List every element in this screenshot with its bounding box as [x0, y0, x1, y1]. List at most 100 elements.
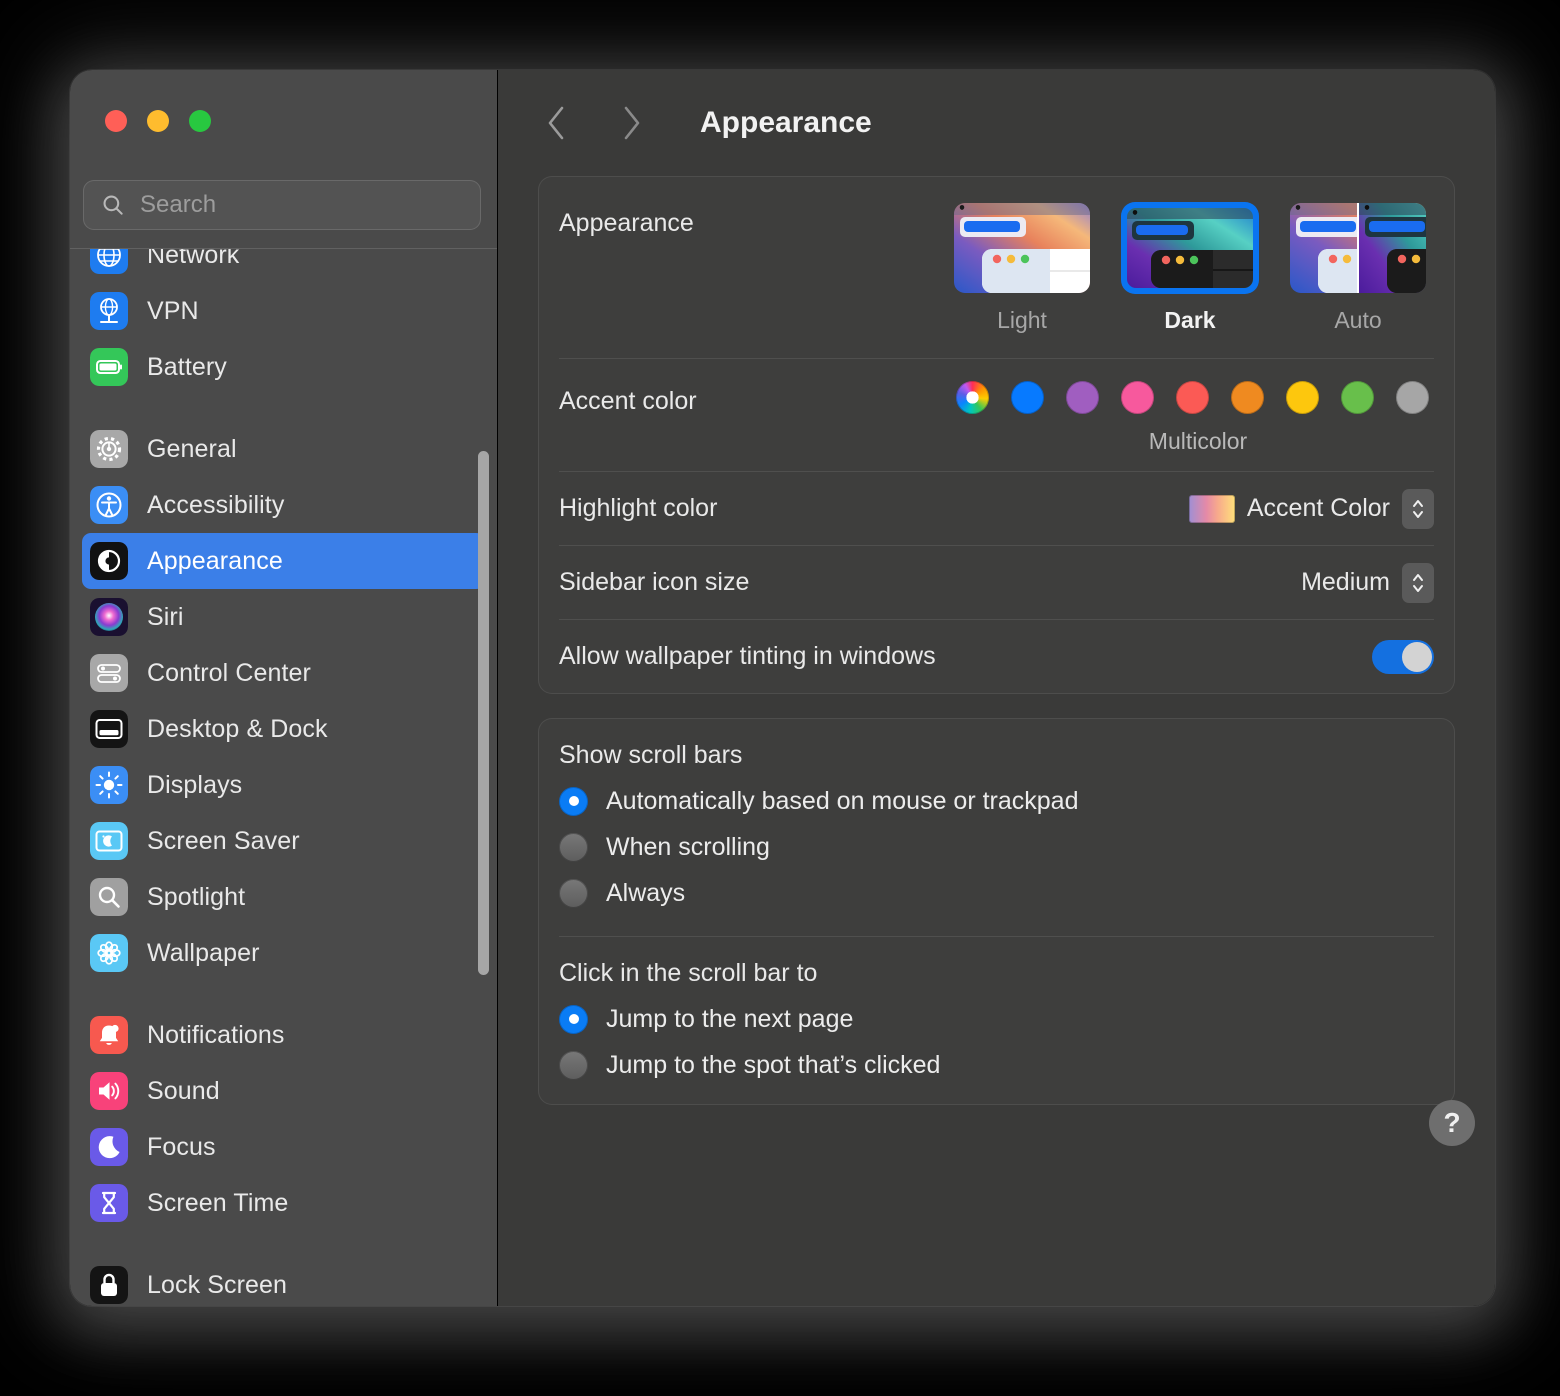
sidebar-icon-size-stepper[interactable] — [1402, 562, 1434, 603]
sidebar-item-label: Appearance — [147, 546, 283, 575]
sidebar-item-label: Control Center — [147, 658, 311, 687]
sidebar-icon-size-row[interactable]: Sidebar icon size Medium — [559, 545, 1434, 619]
toolbar: Appearance — [498, 70, 1495, 176]
wallpaper-tinting-label: Allow wallpaper tinting in windows — [559, 642, 936, 670]
screen-time-icon — [90, 1184, 128, 1222]
highlight-color-stepper[interactable] — [1402, 488, 1434, 529]
sidebar-item-battery[interactable]: Battery — [82, 339, 485, 395]
sidebar-icon-size-value: Medium — [1301, 568, 1390, 596]
sidebar-item-siri[interactable]: Siri — [82, 589, 485, 645]
sidebar-icon-size-label: Sidebar icon size — [559, 568, 750, 596]
close-button[interactable] — [105, 110, 127, 132]
sidebar-item-wallpaper[interactable]: Wallpaper — [82, 925, 485, 981]
notifications-icon — [90, 1016, 128, 1054]
accent-swatch-orange[interactable] — [1231, 381, 1264, 414]
dark-thumbnail — [1127, 208, 1253, 288]
highlight-color-row[interactable]: Highlight color Accent Color — [559, 471, 1434, 545]
sidebar-scroll-area[interactable]: Network VPN Battery General Accessibility App… — [70, 249, 497, 1306]
click-scroll-bar-title: Click in the scroll bar to — [559, 959, 818, 987]
radio-option[interactable]: Jump to the next page — [559, 996, 1434, 1042]
accent-swatch-pink[interactable] — [1121, 381, 1154, 414]
scroll-bars-card: Show scroll bars Automatically based on … — [538, 718, 1455, 1105]
highlight-color-popup[interactable]: Accent Color — [1188, 488, 1434, 529]
radio-option-label: Jump to the spot that’s clicked — [606, 1050, 941, 1079]
radio-option[interactable]: Automatically based on mouse or trackpad — [559, 778, 1434, 824]
accent-swatch-purple[interactable] — [1066, 381, 1099, 414]
appearance-mode-light[interactable]: Light — [954, 203, 1090, 334]
sidebar-item-screen-saver[interactable]: Screen Saver — [82, 813, 485, 869]
sidebar-item-displays[interactable]: Displays — [82, 757, 485, 813]
forward-button[interactable] — [608, 100, 654, 146]
sidebar-item-spotlight[interactable]: Spotlight — [82, 869, 485, 925]
accent-gradient-chip — [1188, 494, 1235, 523]
wallpaper-icon — [90, 934, 128, 972]
radio-unselected-icon[interactable] — [559, 1050, 588, 1080]
radio-unselected-icon[interactable] — [559, 878, 588, 908]
sidebar-item-focus[interactable]: Focus — [82, 1119, 485, 1175]
radio-option[interactable]: Always — [559, 870, 1434, 916]
accent-swatch-multicolor[interactable] — [956, 381, 989, 414]
gear-icon — [90, 430, 128, 468]
lock-screen-icon — [90, 1266, 128, 1304]
dark-mode-label: Dark — [1164, 307, 1216, 333]
settings-content: Appearance Light Dark Auto Accent color … — [538, 176, 1455, 1306]
radio-selected-icon[interactable] — [559, 1004, 588, 1034]
siri-icon — [90, 598, 128, 636]
sidebar-item-general[interactable]: General — [82, 421, 485, 477]
chevron-left-icon — [548, 106, 564, 140]
displays-icon — [90, 766, 128, 804]
minimize-button[interactable] — [147, 110, 169, 132]
radio-option-label: Always — [606, 878, 686, 907]
chevron-up-down-icon — [1413, 499, 1423, 518]
sidebar-item-label: General — [147, 434, 237, 463]
zoom-button[interactable] — [189, 110, 211, 132]
radio-selected-icon[interactable] — [559, 786, 588, 816]
help-button[interactable]: ? — [1429, 1100, 1475, 1146]
sidebar: Network VPN Battery General Accessibility App… — [70, 70, 498, 1306]
screen: Network VPN Battery General Accessibility App… — [0, 0, 1560, 1396]
sidebar-item-screen-time[interactable]: Screen Time — [82, 1175, 485, 1231]
system-settings-window: Network VPN Battery General Accessibility App… — [70, 70, 1495, 1306]
sidebar-item-label: Siri — [147, 602, 184, 631]
sidebar-item-control-center[interactable]: Control Center — [82, 645, 485, 701]
sidebar-nav-list: Network VPN Battery General Accessibility App… — [70, 249, 497, 1306]
search-field[interactable] — [83, 180, 481, 230]
radio-option[interactable]: When scrolling — [559, 824, 1434, 870]
sidebar-scrollbar[interactable] — [478, 451, 489, 975]
accent-swatch-yellow[interactable] — [1286, 381, 1319, 414]
wallpaper-tinting-toggle[interactable] — [1372, 639, 1434, 674]
accent-color-label: Accent color — [559, 387, 697, 415]
search-input[interactable] — [126, 191, 468, 219]
network-globe-icon — [90, 249, 128, 274]
radio-unselected-icon[interactable] — [559, 832, 588, 862]
appearance-mode-dark[interactable]: Dark — [1122, 203, 1258, 334]
sidebar-item-label: Desktop & Dock — [147, 714, 328, 743]
back-button[interactable] — [534, 100, 580, 146]
accent-swatch-red[interactable] — [1176, 381, 1209, 414]
light-thumbnail — [954, 203, 1090, 293]
sidebar-icon-size-popup[interactable]: Medium — [1301, 562, 1434, 603]
appearance-icon — [90, 542, 128, 580]
sidebar-item-label: Network — [147, 249, 240, 269]
main-content: Appearance Appearance Light Dark Auto Ac… — [498, 70, 1495, 1306]
radio-option-label: Jump to the next page — [606, 1004, 854, 1033]
sidebar-item-desktop-dock[interactable]: Desktop & Dock — [82, 701, 485, 757]
sidebar-item-vpn[interactable]: VPN — [82, 283, 485, 339]
sidebar-item-network[interactable]: Network — [82, 249, 485, 283]
radio-option[interactable]: Jump to the spot that’s clicked — [559, 1042, 1434, 1088]
click-scroll-bar-options: Jump to the next page Jump to the spot th… — [559, 996, 1434, 1104]
sidebar-item-notifications[interactable]: Notifications — [82, 1007, 485, 1063]
sound-icon — [90, 1072, 128, 1110]
sidebar-item-accessibility[interactable]: Accessibility — [82, 477, 485, 533]
sidebar-item-lock-screen[interactable]: Lock Screen — [82, 1257, 485, 1306]
accent-swatch-graphite[interactable] — [1396, 381, 1429, 414]
accent-swatch-green[interactable] — [1341, 381, 1374, 414]
traffic-lights — [105, 110, 211, 132]
sidebar-item-appearance[interactable]: Appearance — [82, 533, 485, 589]
accent-swatch-blue[interactable] — [1011, 381, 1044, 414]
sidebar-item-label: Lock Screen — [147, 1270, 288, 1299]
sidebar-item-sound[interactable]: Sound — [82, 1063, 485, 1119]
battery-icon — [90, 348, 128, 386]
appearance-mode-auto[interactable]: Auto — [1290, 203, 1426, 334]
